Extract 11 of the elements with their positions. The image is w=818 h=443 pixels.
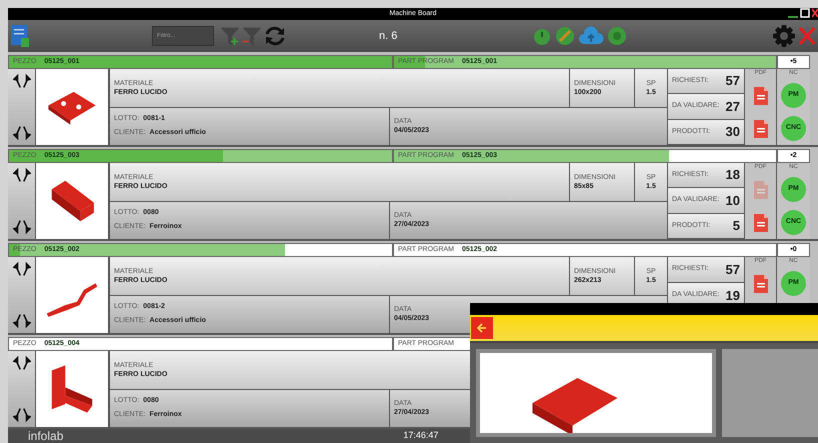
count-value: 57	[726, 72, 740, 90]
count-value: 27	[726, 98, 740, 116]
count-value: 57	[726, 260, 740, 279]
count-value: 19	[726, 286, 740, 305]
logo: infolab	[28, 430, 64, 442]
count-value: 18	[726, 166, 740, 184]
clock: 17:46:47	[403, 429, 438, 442]
count-value: 30	[726, 123, 740, 142]
count-value: 10	[726, 192, 740, 210]
count-value: 5	[732, 217, 740, 236]
item-count: n. 6	[379, 28, 398, 44]
